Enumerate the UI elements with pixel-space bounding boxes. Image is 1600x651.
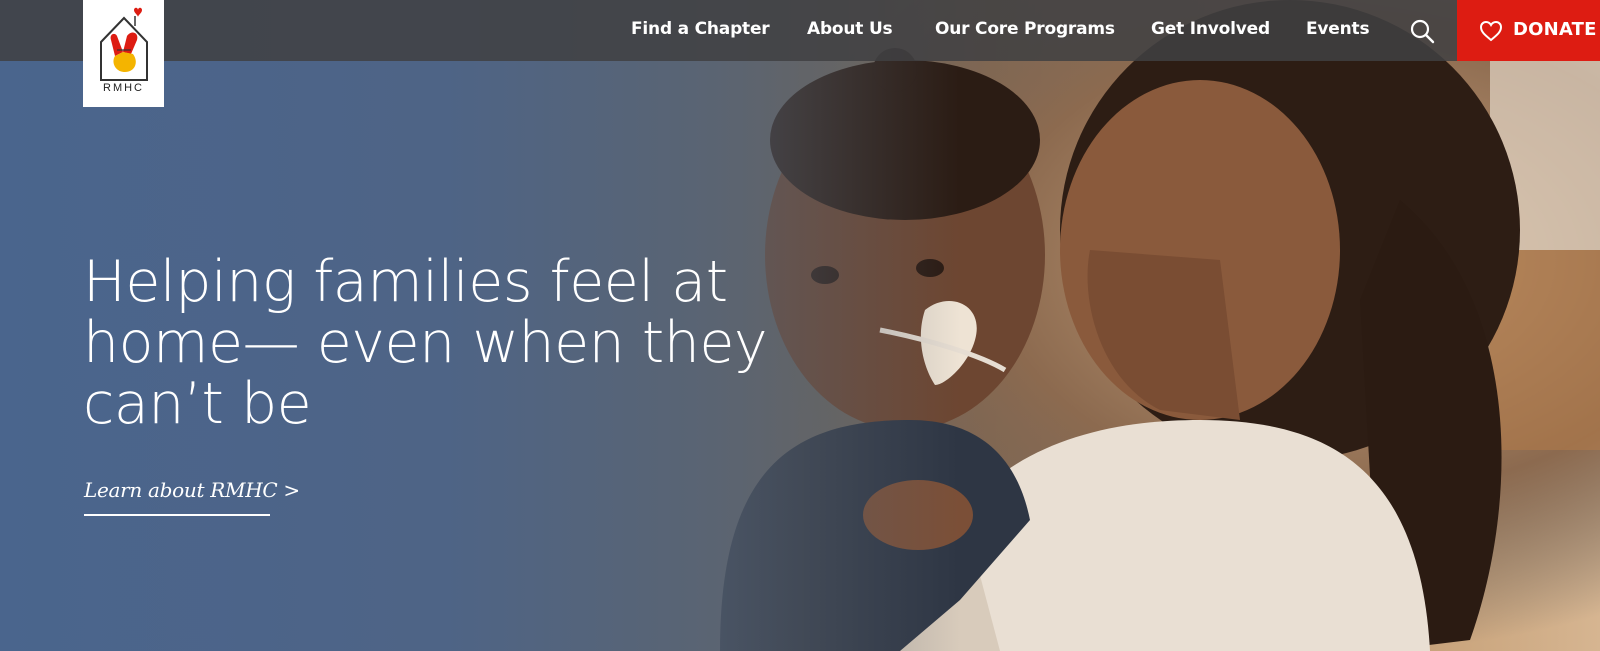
nav-events[interactable]: Events	[1306, 19, 1370, 43]
hero-headline: Helping families feel at home— even when…	[83, 252, 783, 435]
headline-line-1: Helping families feel at	[83, 249, 728, 315]
nav-about-us[interactable]: About Us	[807, 19, 893, 43]
house-logo-icon	[100, 7, 148, 81]
learn-about-rmhc-link[interactable]: Learn about RMHC >	[84, 478, 300, 518]
search-icon	[1410, 19, 1435, 44]
donate-label: DONATE	[1513, 19, 1597, 40]
headline-line-3: can’t be	[83, 371, 312, 437]
learn-about-rmhc-label: Learn about RMHC >	[84, 478, 300, 502]
heart-icon	[1479, 20, 1503, 42]
logo-text: RMHC	[103, 82, 144, 94]
nav-find-a-chapter[interactable]: Find a Chapter	[631, 19, 770, 43]
nav-get-involved[interactable]: Get Involved	[1151, 19, 1270, 43]
headline-line-2: home— even when they	[83, 310, 768, 376]
search-button[interactable]	[1408, 17, 1436, 45]
donate-button[interactable]: DONATE	[1457, 0, 1600, 61]
rmhc-logo[interactable]: RMHC	[83, 0, 164, 107]
link-underline	[84, 514, 270, 516]
top-navbar: RMHC Find a Chapter About Us Our Core Pr…	[0, 0, 1600, 107]
nav-core-programs[interactable]: Our Core Programs	[935, 19, 1115, 43]
